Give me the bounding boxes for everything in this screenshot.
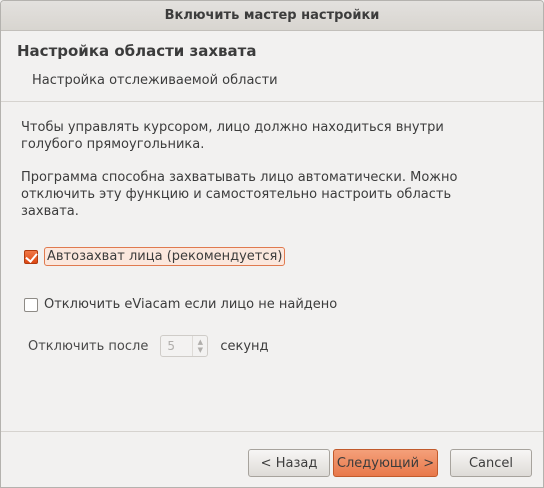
page-title: Настройка области захвата [17,42,257,60]
auto-capture-label: Автозахват лица (рекомендуется) [44,247,286,266]
spin-down-icon[interactable]: ▼ [198,346,203,354]
footer-divider [1,431,543,432]
instruction-text: Чтобы управлять курсором, лицо должно на… [21,119,501,153]
disable-if-no-face-checkbox-row[interactable]: Отключить eViacam если лицо не найдено [24,297,337,312]
description-line: Программа способна захватывать лицо авто… [21,170,458,185]
seconds-label: секунд [220,338,269,354]
instruction-line: Чтобы управлять курсором, лицо должно на… [21,120,444,135]
back-button[interactable]: < Назад [248,449,330,477]
auto-capture-checkbox-row[interactable]: Автозахват лица (рекомендуется) [24,247,286,266]
spin-arrows[interactable]: ▲ ▼ [192,336,207,356]
description-text: Программа способна захватывать лицо авто… [21,169,501,220]
next-button[interactable]: Следующий > [333,449,438,477]
header-divider [1,101,543,102]
disable-after-spinbox[interactable]: 5 ▲ ▼ [160,335,209,357]
disable-if-no-face-label: Отключить eViacam если лицо не найдено [44,297,338,312]
page-subtitle: Настройка отслеживаемой области [32,73,278,88]
disable-after-value: 5 [167,339,175,353]
disable-after-label: Отключить после [28,338,149,354]
disable-after-row: Отключить после 5 ▲ ▼ секунд [28,335,269,357]
wizard-window: Включить мастер настройки Настройка обла… [0,0,544,488]
description-line: захвата. [21,204,79,219]
disable-if-no-face-checkbox[interactable] [24,297,38,312]
instruction-line: голубого прямоугольника. [21,137,205,152]
spin-up-icon[interactable]: ▲ [198,338,203,346]
cancel-button[interactable]: Cancel [450,449,532,477]
auto-capture-checkbox[interactable] [24,249,38,264]
description-line: отключить эту функцию и самостоятельно н… [21,187,452,202]
window-title: Включить мастер настройки [1,1,543,31]
